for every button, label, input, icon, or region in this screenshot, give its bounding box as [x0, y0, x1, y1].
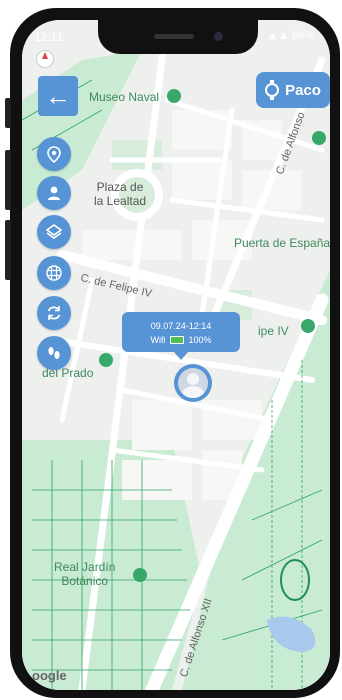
- map-label-jardin: Real Jardín Botánico: [54, 560, 115, 588]
- phone-notch: [98, 20, 258, 54]
- compass-icon[interactable]: [36, 50, 54, 68]
- map-label-plaza: Plaza de la Lealtad: [94, 180, 146, 208]
- layers-icon: [45, 224, 63, 239]
- sidebar-item-layers[interactable]: [37, 215, 71, 249]
- status-icons: ▲▲ 86%: [267, 30, 314, 42]
- map-label-felipe-2: ipe IV: [258, 324, 289, 338]
- popup-timestamp: 09.07.24-12:14: [150, 321, 212, 331]
- map-label-plaza-line1: Plaza de: [96, 180, 144, 194]
- device-name: Paco: [285, 81, 321, 99]
- avatar: [178, 368, 208, 398]
- device-avatar-marker[interactable]: [174, 364, 212, 402]
- map-label-plaza-line2: la Lealtad: [94, 194, 147, 208]
- popup-connection: Wifi: [150, 335, 166, 345]
- person-icon: [48, 186, 60, 200]
- status-battery: 86%: [291, 30, 314, 42]
- sidebar-item-history[interactable]: [37, 336, 71, 370]
- phone-side-button: [5, 220, 11, 280]
- map-label-jardin-line2: Botánico: [61, 574, 109, 588]
- sync-icon: [47, 306, 61, 320]
- sidebar-item-location-refresh[interactable]: [37, 137, 71, 171]
- map-label-puerta: Puerta de España: [234, 236, 330, 250]
- phone-side-button: [5, 150, 11, 210]
- device-selector-button[interactable]: Paco: [256, 72, 330, 108]
- phone-side-button: [5, 98, 11, 128]
- status-time: 12:11: [34, 30, 64, 44]
- signal-icon: ▲▲: [267, 30, 289, 42]
- speaker-grille: [154, 34, 194, 39]
- camera-icon: [214, 32, 223, 41]
- location-refresh-icon: [47, 146, 61, 163]
- sidebar-item-person[interactable]: [37, 176, 71, 210]
- popup-status-row: Wifi 100%: [122, 335, 240, 345]
- phone-screen: Museo Naval Plaza de la Lealtad Puerta d…: [22, 20, 330, 690]
- google-logo: oogle: [32, 668, 67, 683]
- footprints-icon: [48, 347, 60, 359]
- arrow-left-icon: ←: [45, 80, 71, 111]
- map-label-museo-naval: Museo Naval: [89, 90, 160, 104]
- device-info-popup[interactable]: 09.07.24-12:14 Wifi 100%: [122, 312, 240, 360]
- map-label-jardin-line1: Real Jardín: [54, 560, 116, 574]
- watch-icon: [265, 80, 280, 100]
- popup-battery: 100%: [188, 335, 212, 345]
- back-button[interactable]: ←: [38, 76, 78, 116]
- sidebar-item-geofence[interactable]: [37, 256, 71, 290]
- geofence-grid-icon: [46, 265, 62, 281]
- sidebar-item-sync[interactable]: [37, 296, 71, 330]
- battery-icon: [169, 336, 184, 344]
